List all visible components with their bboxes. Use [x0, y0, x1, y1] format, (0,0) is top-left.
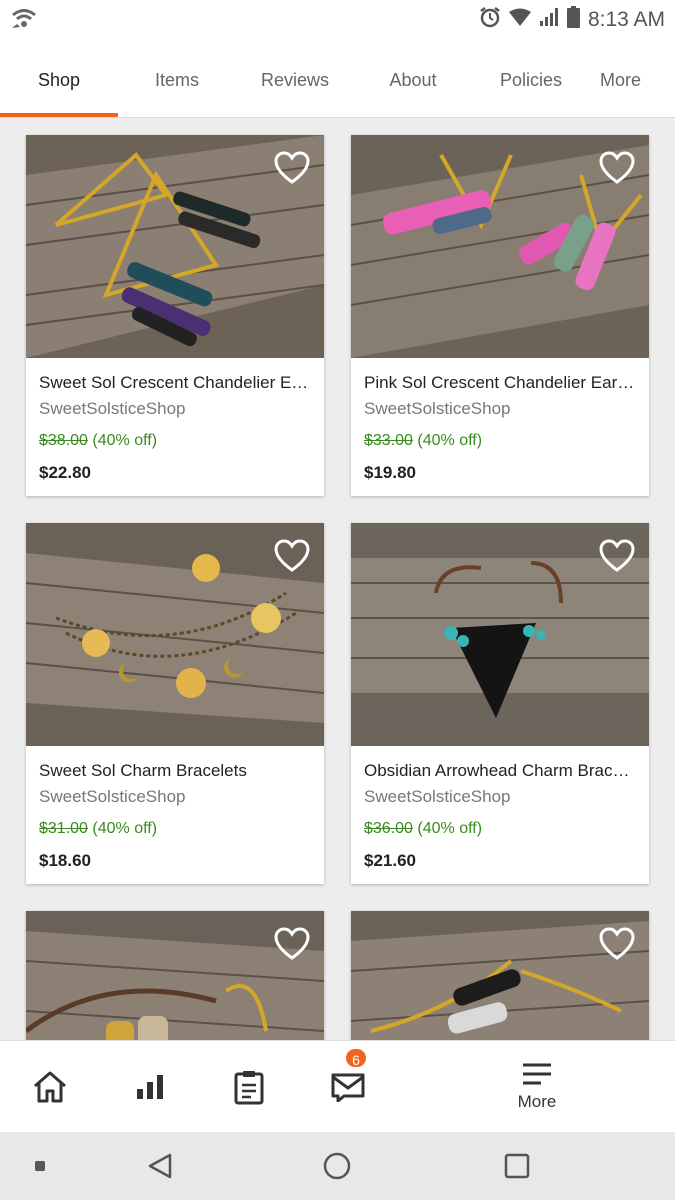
- listing-discount: $31.00 (40% off): [39, 820, 311, 838]
- signal-icon: [539, 7, 559, 33]
- shop-tabs: Shop Items Reviews About Policies More: [0, 40, 675, 118]
- listing-title: Sweet Sol Charm Bracelets: [39, 761, 247, 780]
- listing-card[interactable]: [351, 911, 649, 1040]
- listing-discount: $38.00 (40% off): [39, 432, 311, 450]
- heart-icon[interactable]: [274, 151, 310, 185]
- system-nav: [0, 1132, 675, 1200]
- home-circle-icon: [323, 1152, 351, 1180]
- listing-card[interactable]: Sweet Sol Charm Bracelets SweetSolsticeS…: [26, 523, 324, 884]
- listing-title: Obsidian Arrowhead Charm Bracelet: [364, 761, 636, 780]
- nav-messages[interactable]: 6: [318, 1041, 378, 1133]
- listing-discount: $36.00 (40% off): [364, 820, 636, 838]
- tab-policies[interactable]: Policies: [472, 40, 590, 117]
- listing-original-price: $36.00: [364, 820, 413, 837]
- status-bar: 8:13 AM: [0, 0, 675, 40]
- listing-original-price: $38.00: [39, 432, 88, 449]
- nav-dot[interactable]: [25, 1132, 55, 1200]
- listing-card[interactable]: Sweet Sol Crescent Chandelier Earrings S…: [26, 135, 324, 496]
- listing-image[interactable]: [26, 523, 324, 746]
- menu-icon: [523, 1063, 551, 1085]
- wifi-icon: [508, 8, 531, 32]
- recents-button[interactable]: [487, 1132, 547, 1200]
- listing-card[interactable]: Pink Sol Crescent Chandelier Earrings Sw…: [351, 135, 649, 496]
- bottom-nav: 6 More: [0, 1040, 675, 1132]
- listing-image[interactable]: [26, 135, 324, 358]
- listing-shop: SweetSolsticeShop: [364, 787, 511, 806]
- heart-icon[interactable]: [599, 151, 635, 185]
- nav-home[interactable]: [20, 1041, 80, 1133]
- listing-image[interactable]: [351, 523, 649, 746]
- heart-icon[interactable]: [599, 927, 635, 961]
- listing-original-price: $31.00: [39, 820, 88, 837]
- listing-price: $18.60: [39, 851, 91, 870]
- listing-shop: SweetSolsticeShop: [39, 787, 186, 806]
- nav-stats[interactable]: [120, 1041, 180, 1133]
- heart-icon[interactable]: [599, 539, 635, 573]
- recents-icon: [504, 1153, 530, 1179]
- listing-discount: $33.00 (40% off): [364, 432, 636, 450]
- battery-icon: [566, 6, 580, 34]
- listing-shop: SweetSolsticeShop: [39, 399, 186, 418]
- alarm-icon: [479, 6, 501, 34]
- listing-discount-label: (40% off): [417, 820, 483, 837]
- mail-icon: [331, 1073, 365, 1102]
- wifi-call-icon: [10, 6, 38, 37]
- listing-shop: SweetSolsticeShop: [364, 399, 511, 418]
- listing-title: Sweet Sol Crescent Chandelier Earrings: [39, 373, 311, 392]
- listing-grid: Sweet Sol Crescent Chandelier Earrings S…: [0, 118, 675, 1040]
- back-icon: [148, 1153, 172, 1179]
- tab-items[interactable]: Items: [118, 40, 236, 117]
- home-system-button[interactable]: [307, 1132, 367, 1200]
- tab-shop[interactable]: Shop: [0, 40, 118, 117]
- back-button[interactable]: [130, 1132, 190, 1200]
- listing-discount-label: (40% off): [92, 432, 158, 449]
- listing-original-price: $33.00: [364, 432, 413, 449]
- listing-discount-label: (40% off): [417, 432, 483, 449]
- tab-about[interactable]: About: [354, 40, 472, 117]
- listing-card[interactable]: Obsidian Arrowhead Charm Bracelet SweetS…: [351, 523, 649, 884]
- listing-price: $21.60: [364, 851, 416, 870]
- listing-discount-label: (40% off): [92, 820, 158, 837]
- orders-icon: [234, 1071, 264, 1105]
- tab-reviews[interactable]: Reviews: [236, 40, 354, 117]
- listing-price: $22.80: [39, 463, 91, 482]
- nav-more-label: More: [517, 1092, 557, 1111]
- tab-more[interactable]: More: [590, 40, 675, 117]
- listing-image[interactable]: [351, 911, 649, 1040]
- listing-price: $19.80: [364, 463, 416, 482]
- listing-image[interactable]: [351, 135, 649, 358]
- nav-more[interactable]: More: [497, 1041, 577, 1133]
- heart-icon[interactable]: [274, 927, 310, 961]
- listing-title: Pink Sol Crescent Chandelier Earrings: [364, 373, 636, 392]
- nav-orders[interactable]: [219, 1041, 279, 1133]
- messages-badge: 6: [344, 1047, 368, 1069]
- heart-icon[interactable]: [274, 539, 310, 573]
- status-time: 8:13 AM: [587, 8, 665, 31]
- listing-image[interactable]: [26, 911, 324, 1040]
- listing-card[interactable]: [26, 911, 324, 1040]
- home-icon: [34, 1071, 66, 1103]
- stats-icon: [137, 1075, 163, 1099]
